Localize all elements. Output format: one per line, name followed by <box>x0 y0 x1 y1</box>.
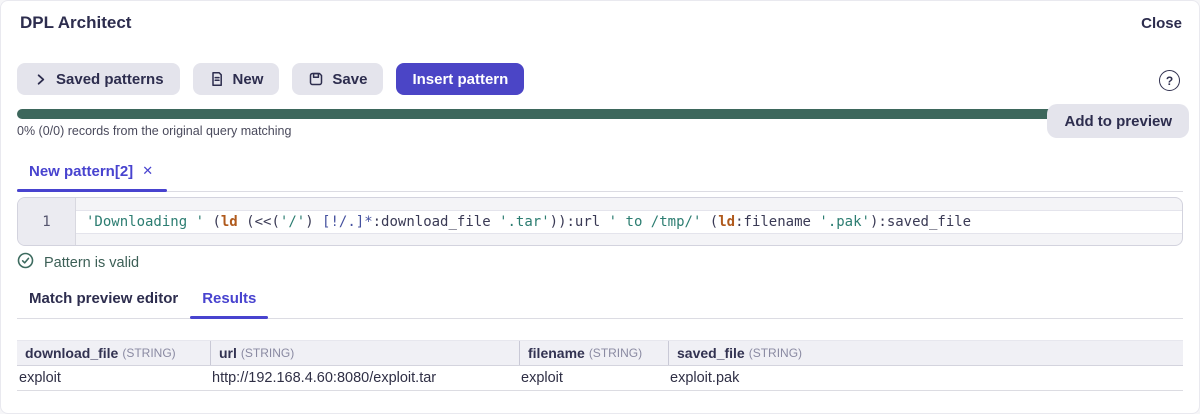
preview-tab-bar: Match preview editor Results <box>17 286 1183 319</box>
new-document-icon <box>209 71 225 87</box>
table-cell: exploit.pak <box>670 370 740 386</box>
table-cell: exploit <box>521 370 563 386</box>
tab-results[interactable]: Results <box>190 286 269 319</box>
code-token: '/' <box>279 213 306 230</box>
column-name: saved_file <box>677 345 745 361</box>
results-header-row: download_file (STRING) url (STRING) filename… <box>17 340 1183 366</box>
code-token: ' to /tmp/' <box>608 213 702 230</box>
tab-match-preview-editor[interactable]: Match preview editor <box>17 286 190 318</box>
dpl-architect-panel: DPL Architect Close Saved patterns New S… <box>0 0 1200 414</box>
code-token: '.tar' <box>499 213 550 230</box>
code-token: ( <box>204 213 221 230</box>
code-token: :download_file <box>372 213 500 230</box>
close-tab-icon[interactable]: ✕ <box>142 163 153 179</box>
column-type: (STRING) <box>748 346 803 360</box>
new-button[interactable]: New <box>192 63 280 95</box>
column-type: (STRING) <box>588 346 643 360</box>
pattern-code-editor[interactable]: 1 'Downloading ' (ld (<<('/') [!/.]*:dow… <box>17 197 1183 246</box>
chevron-right-icon <box>33 72 48 87</box>
code-token: )):url <box>549 213 609 230</box>
code-token: :filename <box>735 213 820 230</box>
help-icon[interactable]: ? <box>1159 70 1180 91</box>
code-token: ) <box>305 213 323 230</box>
code-token: '.pak' <box>819 213 870 230</box>
save-button[interactable]: Save <box>292 63 384 95</box>
results-body: exploit http://192.168.4.60:8080/exploit.… <box>17 366 1183 391</box>
pattern-tab-bar: New pattern[2] ✕ <box>17 151 1183 192</box>
code-token: ):saved_file <box>869 213 972 230</box>
code-token: 'Downloading ' <box>86 213 205 230</box>
page-title: DPL Architect <box>20 13 132 32</box>
save-button-label: Save <box>332 70 368 88</box>
column-header: download_file (STRING) <box>17 341 210 365</box>
progress-status-text: 0% (0/0) records from the original query… <box>17 124 292 138</box>
add-to-preview-button[interactable]: Add to preview <box>1047 104 1189 138</box>
code-token: (<<( <box>237 213 280 230</box>
table-cell: http://192.168.4.60:8080/exploit.tar <box>212 370 437 386</box>
results-table: download_file (STRING) url (STRING) filename… <box>17 340 1183 391</box>
table-cell: exploit <box>19 370 61 386</box>
column-name: url <box>219 345 237 361</box>
save-floppy-icon <box>308 71 324 87</box>
new-button-label: New <box>232 70 264 88</box>
line-number: 1 <box>42 213 51 230</box>
saved-patterns-button[interactable]: Saved patterns <box>17 63 180 95</box>
column-name: download_file <box>25 345 119 361</box>
line-number-gutter: 1 <box>18 198 76 245</box>
saved-patterns-label: Saved patterns <box>56 70 164 88</box>
column-name: filename <box>528 345 585 361</box>
insert-pattern-label: Insert pattern <box>412 70 509 88</box>
code-token: [!/.]* <box>322 213 373 230</box>
pattern-tab-label: New pattern[2] <box>29 162 134 180</box>
column-header: filename (STRING) <box>519 341 668 365</box>
code-token: ( <box>701 213 719 230</box>
tab-new-pattern[interactable]: New pattern[2] ✕ <box>17 151 168 192</box>
table-row: exploit http://192.168.4.60:8080/exploit.… <box>17 366 1183 391</box>
toolbar: Saved patterns New Save Insert pattern <box>17 63 525 95</box>
code-token: ld <box>220 213 238 230</box>
validation-message: Pattern is valid <box>44 255 140 271</box>
progress-bar <box>17 109 1053 119</box>
column-header: url (STRING) <box>210 341 519 365</box>
column-type: (STRING) <box>122 346 176 360</box>
code-area[interactable]: 'Downloading ' (ld (<<('/') [!/.]*:downl… <box>76 198 1182 245</box>
code-token: ld <box>718 213 736 230</box>
close-button[interactable]: Close <box>1141 15 1182 32</box>
check-circle-icon <box>17 252 34 274</box>
column-header: saved_file (STRING) <box>668 341 1183 365</box>
code-line[interactable]: 'Downloading ' (ld (<<('/') [!/.]*:downl… <box>76 209 1182 234</box>
column-type: (STRING) <box>240 346 295 360</box>
insert-pattern-button[interactable]: Insert pattern <box>396 63 525 95</box>
validation-status: Pattern is valid <box>17 252 139 274</box>
